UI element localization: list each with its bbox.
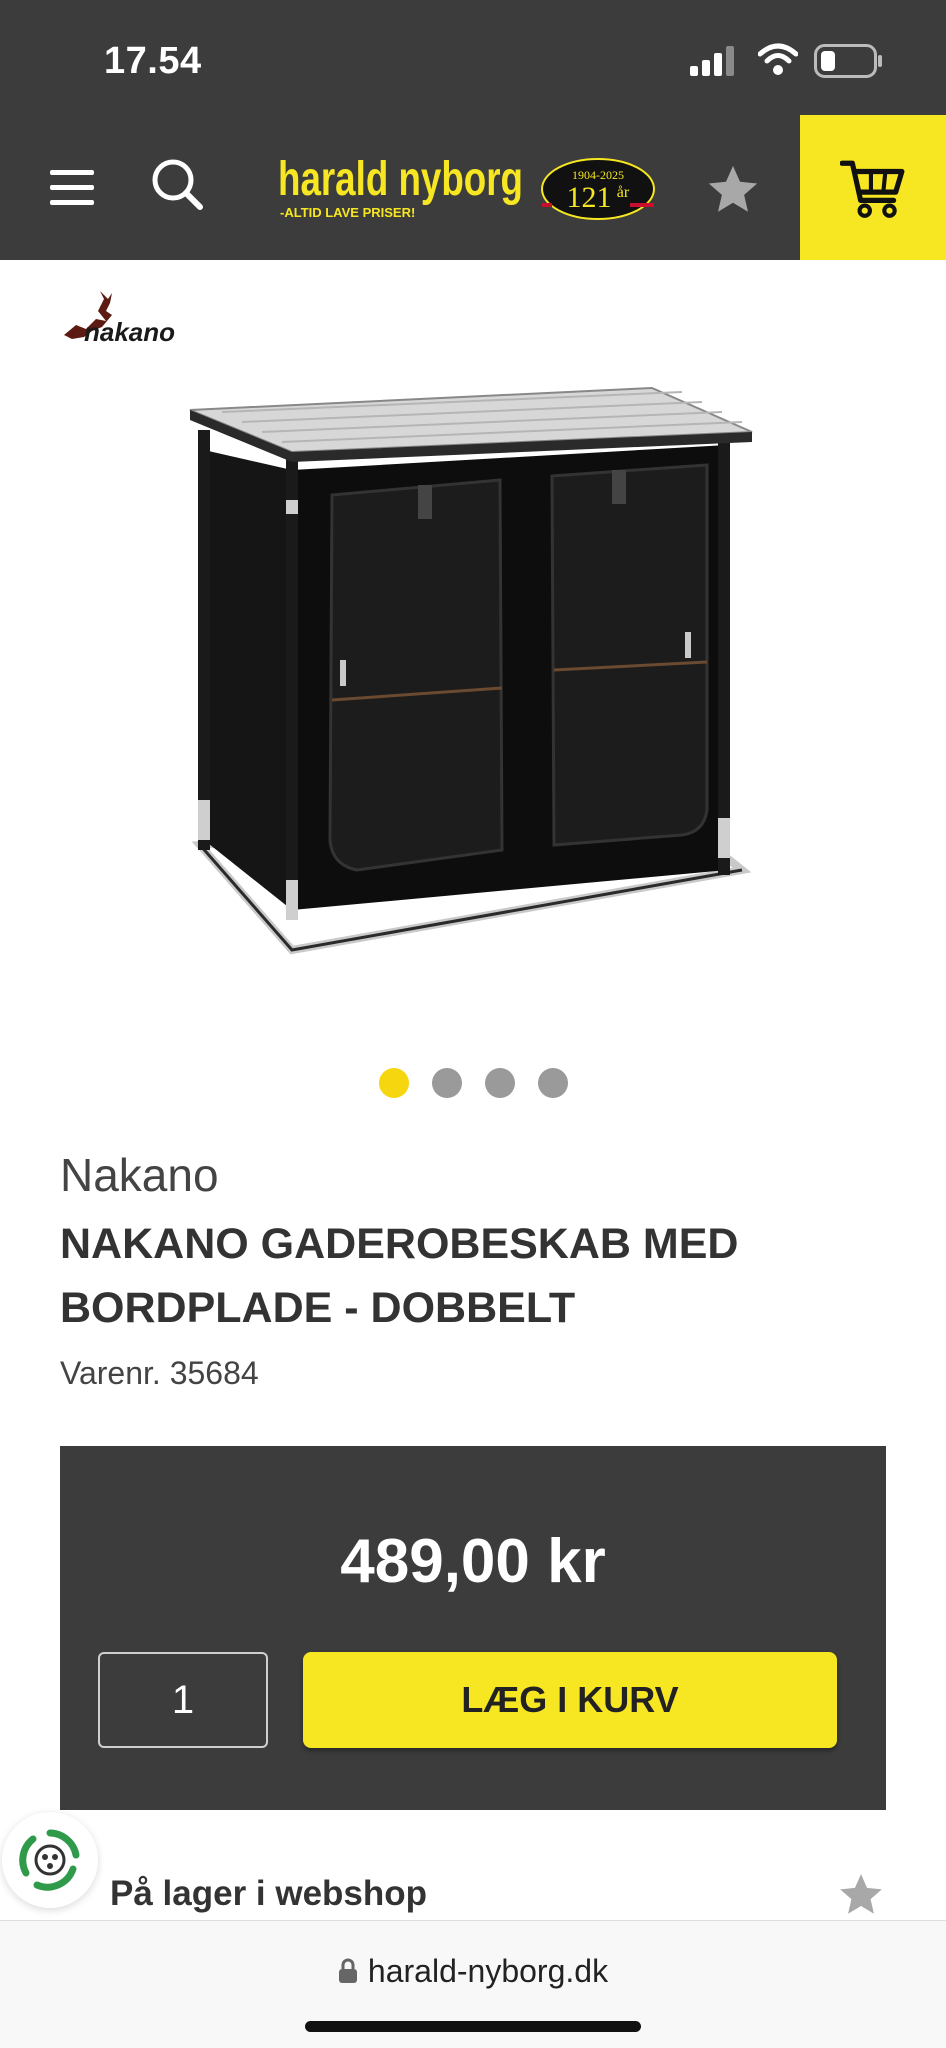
url-display[interactable]: harald-nyborg.dk xyxy=(0,1953,946,1992)
product-brand[interactable]: Nakano xyxy=(60,1148,219,1202)
anniversary-unit: år xyxy=(617,184,630,201)
product-image[interactable] xyxy=(182,370,762,980)
recycle-badge[interactable] xyxy=(2,1812,98,1908)
stock-status-row: På lager i webshop xyxy=(0,1810,946,1920)
image-carousel-dots xyxy=(0,1068,946,1098)
lock-icon xyxy=(338,1955,358,1992)
buy-box: 489,00 kr LÆG I KURV xyxy=(60,1446,886,1834)
signal-icon xyxy=(690,46,738,81)
search-button[interactable] xyxy=(148,155,208,215)
quantity-input[interactable] xyxy=(98,1652,268,1748)
stock-status-label: På lager i webshop xyxy=(110,1874,428,1913)
product-title: NAKANO GADEROBESKAB MED BORDPLADE - DOBB… xyxy=(60,1220,739,1332)
wifi-icon xyxy=(757,42,799,81)
anniversary-number: 121 xyxy=(567,181,612,214)
site-logo[interactable]: harald nyborg -ALTID LAVE PRISER! 1904-2… xyxy=(278,143,678,233)
url-text: harald-nyborg.dk xyxy=(367,1953,609,1989)
carousel-dot-4[interactable] xyxy=(537,1068,568,1098)
favorites-button[interactable] xyxy=(704,161,762,219)
item-number: Varenr. 35684 xyxy=(60,1355,259,1391)
anniversary-years: 1904-2025 xyxy=(572,168,624,182)
menu-icon xyxy=(50,170,94,205)
browser-address-bar[interactable]: harald-nyborg.dk xyxy=(0,1920,946,2048)
cart-icon xyxy=(840,160,905,218)
star-icon xyxy=(708,165,758,212)
logo-text: harald nyborg xyxy=(278,153,523,206)
brand-logo: nakano xyxy=(58,285,218,355)
carousel-dot-3[interactable] xyxy=(484,1068,515,1098)
cart-button[interactable] xyxy=(800,115,946,260)
add-to-cart-button[interactable]: LÆG I KURV xyxy=(303,1652,837,1748)
carousel-dot-2[interactable] xyxy=(431,1068,462,1098)
search-icon xyxy=(152,159,203,210)
status-bar: 17.54 xyxy=(0,0,946,115)
brand-logo-text: nakano xyxy=(84,317,175,347)
star-icon[interactable] xyxy=(836,1870,886,1920)
recycle-icon xyxy=(19,1829,80,1891)
battery-icon xyxy=(814,44,884,83)
menu-button[interactable] xyxy=(44,160,104,215)
product-price: 489,00 kr xyxy=(340,1527,606,1596)
status-time: 17.54 xyxy=(104,40,202,82)
carousel-dot-1[interactable] xyxy=(378,1068,409,1098)
logo-tagline: -ALTID LAVE PRISER! xyxy=(280,205,415,220)
site-header: harald nyborg -ALTID LAVE PRISER! 1904-2… xyxy=(0,115,946,260)
home-indicator[interactable] xyxy=(305,2021,641,2032)
